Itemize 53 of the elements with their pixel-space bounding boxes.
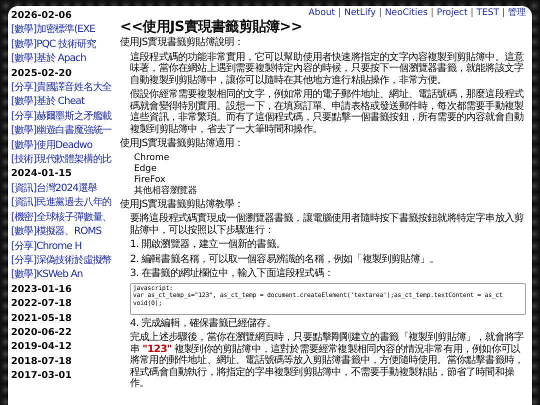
nav-link[interactable]: 管理 [508, 8, 526, 19]
step-text: 2. 編輯書籤名稱，可以取一個容易辨識的名稱，例如「複製到剪貼簿」。 [130, 254, 440, 265]
nav-link[interactable]: NetLify [344, 8, 376, 19]
nav-separator: | [502, 8, 505, 19]
post-link[interactable]: [數學]加密標準(EXE [11, 23, 118, 38]
post-link[interactable]: [分享]Chrome H [11, 240, 118, 254]
nav-link[interactable]: NeoCities [384, 8, 428, 19]
section-heading: 使用JS實現書籤剪貼簿教學： [120, 198, 245, 210]
post-link[interactable]: [分享]深偽技術於虛擬幣 [11, 254, 118, 268]
browser-item: Edge [134, 164, 158, 174]
date-heading: 2021-05-18 [11, 312, 73, 326]
step-text: 3. 在書籤的網址欄位中，輸入下面這段程式碼： [130, 268, 335, 280]
nav-link[interactable]: About [308, 8, 336, 19]
section-heading: 使用JS實現書籤剪貼簿適用： [120, 138, 245, 150]
post-link[interactable]: [技術]現代軟體架構的比 [11, 153, 118, 168]
browser-item: 其他相容瀏覽器 [134, 186, 198, 196]
post-link[interactable]: [數學]基於 Apach [11, 52, 118, 67]
post-link[interactable]: [數學]基於 Cheat [11, 95, 118, 110]
post-link[interactable]: [資訊]民進黨過去八年的 [11, 196, 118, 211]
nav-separator: | [430, 8, 434, 19]
date-heading: 2017-03-01 [11, 369, 73, 384]
date-heading: 2020-06-22 [11, 326, 73, 340]
date-heading: 2023-01-16 [11, 282, 73, 297]
post-link[interactable]: [分享]貴國譯音姓名大全 [11, 81, 118, 96]
article-title: <<使用JS實現書籤剪貼簿>> [120, 19, 304, 35]
post-link[interactable]: [分享]赫爾墨斯之矛艦載 [11, 110, 118, 124]
date-heading: 2025-02-20 [11, 66, 73, 81]
date-heading: 2022-07-18 [11, 297, 73, 312]
paragraph: 完成上述步驟後，當你在瀏覽網頁時，只要點擊剛剛建立的書籤「複製到剪貼簿」，就會將字串 "123" 複製到你的剪貼簿中，這對於需要經常複製相同內容的情況非常有用，例如你可以將常用的郵件地址、網址、電話號碼等放入剪貼簿書籤中，方便隨時使用。當你點擊書籤時，程式碼會自動執行，將指定的字串複製到剪貼簿中，不需要手動複製粘貼，節省了時間和操作。 [130, 332, 525, 390]
date-heading: 2026-02-06 [11, 9, 73, 23]
nav-link[interactable]: TEST [476, 8, 499, 19]
nav-separator: | [378, 8, 382, 19]
nav-link[interactable]: Project [436, 8, 468, 19]
post-link[interactable]: [數學]模擬器、ROMS [11, 225, 118, 240]
nav-separator: | [338, 8, 342, 19]
post-link[interactable]: [數學]KSWeb An [11, 268, 118, 283]
step-text: 4. 完成編輯，確保書籤已經儲存。 [130, 318, 277, 329]
post-link[interactable]: [資訊]台灣2024選舉 [11, 182, 118, 196]
paragraph: 要將這段程式碼實現成一個瀏覽器書籤，讓電腦使用者隨時按下書籤按鈕就將特定字串放入剪貼簿中，可以按照以下步驟進行： [130, 213, 525, 236]
paragraph: 這段程式碼的功能非常實用，它可以幫助使用者快速將指定的文字內容複製到剪貼簿中。這意味著，當你在網站上遇到需要複製特定內容的時候，只要按下一個瀏覽器書籤，就能將該文字自動複製到剪貼簿中，讓你可以隨時在其他地方進行粘貼操作，非常方便。 [130, 52, 525, 86]
date-heading: 2024-01-15 [11, 167, 73, 182]
post-link[interactable]: [數學]使用Deadwo [11, 138, 118, 154]
browser-item: Chrome [134, 152, 170, 164]
post-link[interactable]: [數學]PQC 技術研究 [11, 38, 118, 52]
date-heading: 2019-04-12 [11, 340, 73, 354]
browser-item: FireFox [134, 174, 166, 186]
post-link[interactable]: [機密]全球核子彈數量、 [11, 210, 118, 226]
nav-separator: | [470, 8, 474, 19]
step-text: 1. 開啟瀏覽器，建立一個新的書籤。 [130, 239, 287, 250]
post-link[interactable]: [數學]幽遊白書魔強統一 [11, 124, 118, 139]
section-heading: 使用JS實現書籤剪貼簿說明： [120, 37, 245, 48]
date-heading: 2018-07-18 [11, 354, 73, 369]
paragraph: 假設你經常需要複製相同的文字，例如常用的電子郵件地址、網址、電話號碼，那麼這段程式碼就會變得特別實用。設想一下，在填寫訂單、申請表格或發送郵件時，每次都需要手動複製這些資訊，非常繁瑣。而有了這個程式碼，只要點擊一個書籤按鈕，所有需要的內容就會自動複製到剪貼簿中，省去了一大筆時間和操作。 [130, 89, 525, 135]
